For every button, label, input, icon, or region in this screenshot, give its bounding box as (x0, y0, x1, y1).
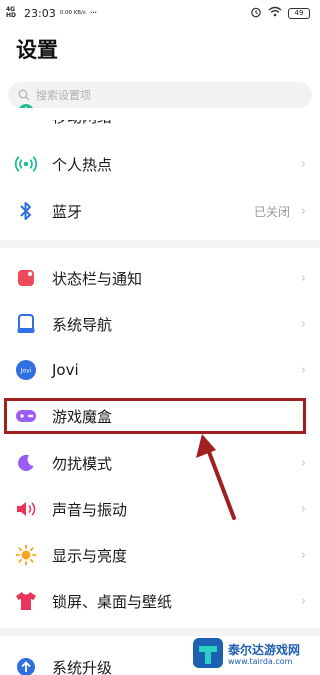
settings-item-label: Jovi (52, 361, 79, 379)
chevron-right-icon: › (300, 593, 306, 609)
settings-item-jovi[interactable]: Jovi Jovi › (0, 350, 320, 390)
scroll-mask (0, 108, 320, 120)
settings-item-display[interactable]: 显示与亮度 › (0, 535, 320, 575)
settings-item-do-not-disturb[interactable]: 勿扰模式 › (0, 443, 320, 483)
settings-item-label: 蓝牙 (52, 202, 83, 221)
status-time: 23:03 (24, 6, 56, 20)
settings-item-sound[interactable]: 声音与振动 › (0, 489, 320, 529)
moon-icon (15, 452, 37, 474)
navigation-icon (15, 313, 37, 335)
alarm-icon (250, 6, 262, 21)
settings-item-status-bar[interactable]: 状态栏与通知 › (0, 258, 320, 298)
watermark-url: www.tairda.com (228, 657, 293, 666)
watermark-name: 泰尔达游戏网 (228, 643, 301, 657)
jovi-badge-text: Jovi (20, 368, 32, 375)
page-title: 设置 (16, 38, 58, 62)
settings-item-label: 显示与亮度 (52, 546, 128, 565)
hotspot-icon (15, 153, 37, 175)
more-notifications-icon: ··· (89, 7, 97, 19)
section-divider (0, 240, 320, 248)
settings-item-label: 个人热点 (52, 155, 113, 174)
settings-item-navigation[interactable]: 系统导航 › (0, 304, 320, 344)
watermark-logo-icon (192, 637, 224, 673)
speaker-icon (15, 498, 37, 520)
chevron-right-icon: › (300, 156, 306, 172)
settings-item-label: 声音与振动 (52, 500, 128, 519)
sun-icon (15, 544, 37, 566)
chevron-right-icon: › (300, 362, 306, 378)
watermark: 泰尔达游戏网 www.tairda.com (192, 634, 320, 675)
tshirt-icon (15, 590, 37, 612)
chevron-right-icon: › (300, 203, 306, 219)
notification-icon (15, 267, 37, 289)
settings-item-label: 系统导航 (52, 315, 113, 334)
settings-item-hotspot[interactable]: 个人热点 › (0, 144, 320, 184)
network-indicator: 4G HD (6, 6, 17, 19)
chevron-right-icon: › (300, 455, 306, 471)
settings-item-bluetooth[interactable]: 蓝牙 已关闭 › (0, 191, 320, 231)
jovi-icon: Jovi (15, 359, 37, 381)
upgrade-icon (15, 656, 37, 675)
arrow-annotation (196, 434, 236, 520)
chevron-right-icon: › (300, 501, 306, 517)
bluetooth-status: 已关闭 (253, 204, 290, 219)
battery-indicator: 49 (288, 7, 310, 19)
settings-item-wallpaper[interactable]: 锁屏、桌面与壁纸 › (0, 581, 320, 621)
chevron-right-icon: › (300, 547, 306, 563)
settings-item-label: 状态栏与通知 (52, 269, 143, 288)
settings-item-label: 锁屏、桌面与壁纸 (52, 592, 173, 611)
settings-item-label: 勿扰模式 (52, 454, 113, 473)
bluetooth-icon (15, 200, 37, 222)
network-speed: 0.00 KB/s (59, 10, 86, 16)
wifi-icon (268, 6, 282, 20)
chevron-right-icon: › (300, 316, 306, 332)
chevron-right-icon: › (300, 270, 306, 286)
settings-item-label: 系统升级 (52, 658, 113, 675)
status-bar: 4G HD 23:03 0.00 KB/s ··· 49 (0, 0, 320, 26)
highlight-box (4, 398, 306, 434)
